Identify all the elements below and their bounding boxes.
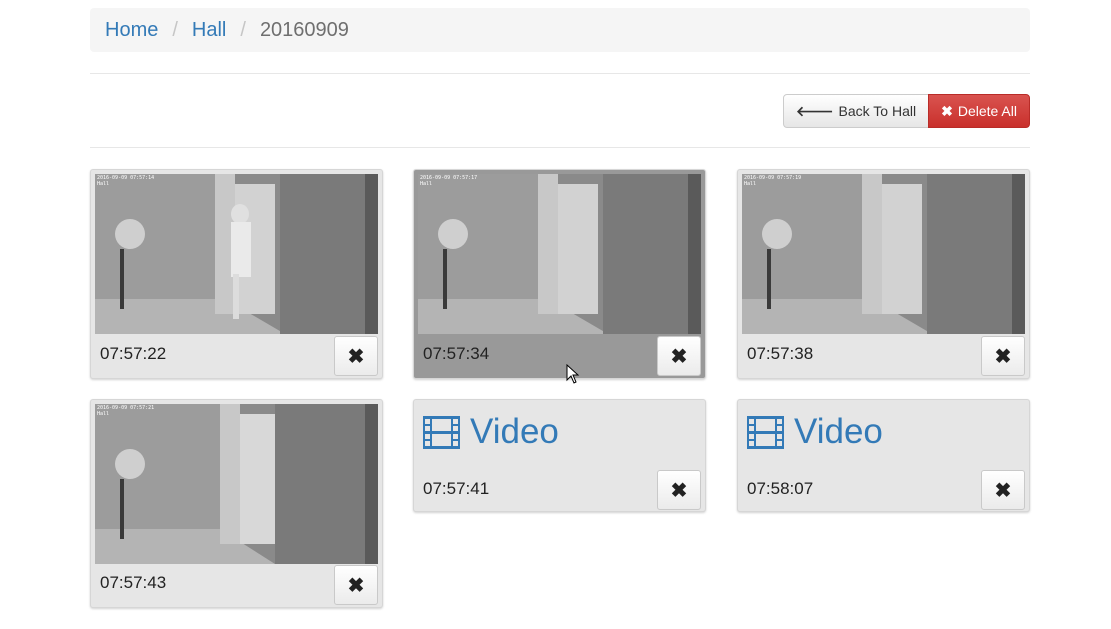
- clip-card[interactable]: 2016-09-09 07:57:17 Hall 07:57:34 ✖: [413, 169, 706, 379]
- clip-card[interactable]: 2016-09-09 07:57:19 Hall 07:57:38 ✖: [737, 169, 1030, 379]
- camera-snapshot-image: [95, 404, 378, 564]
- clip-card[interactable]: 2016-09-09 07:57:14 Hall 07:57:22 ✖: [90, 169, 383, 379]
- breadcrumb: Home / Hall / 20160909: [90, 8, 1030, 52]
- video-link[interactable]: Video: [423, 412, 559, 452]
- arrow-left-icon: 🡐: [796, 102, 834, 119]
- times-icon: ✖: [994, 345, 1012, 368]
- film-icon: [747, 415, 784, 449]
- action-buttons: 🡐 Back To Hall ✖ Delete All: [783, 94, 1030, 128]
- clip-time: 07:57:43: [100, 573, 167, 592]
- breadcrumb-separator: /: [172, 18, 178, 41]
- delete-all-button[interactable]: ✖ Delete All: [928, 94, 1030, 128]
- back-to-hall-button[interactable]: 🡐 Back To Hall: [783, 94, 930, 128]
- snapshot-camera: Hall: [744, 181, 757, 187]
- clip-thumbnail[interactable]: 2016-09-09 07:57:19 Hall: [742, 174, 1025, 334]
- clip-time: 07:57:41: [423, 479, 490, 498]
- delete-clip-button[interactable]: ✖: [657, 336, 701, 376]
- video-card[interactable]: Video 07:58:07 ✖: [737, 399, 1030, 512]
- video-label: Video: [470, 412, 559, 451]
- delete-clip-button[interactable]: ✖: [334, 336, 378, 376]
- clip-thumbnail[interactable]: 2016-09-09 07:57:17 Hall: [418, 174, 701, 334]
- breadcrumb-hall-link[interactable]: Hall: [192, 19, 226, 42]
- delete-clip-button[interactable]: ✖: [334, 565, 378, 605]
- back-to-hall-label: Back To Hall: [838, 103, 917, 119]
- times-icon: ✖: [347, 574, 365, 597]
- clip-time: 07:57:38: [747, 344, 814, 363]
- times-icon: ✖: [941, 102, 953, 119]
- delete-clip-button[interactable]: ✖: [657, 470, 701, 510]
- video-card[interactable]: Video 07:57:41 ✖: [413, 399, 706, 512]
- clip-time: 07:58:07: [747, 479, 814, 498]
- clip-time: 07:57:22: [100, 344, 167, 363]
- times-icon: ✖: [670, 345, 688, 368]
- times-icon: ✖: [994, 479, 1012, 502]
- divider: [90, 147, 1030, 148]
- delete-clip-button[interactable]: ✖: [981, 336, 1025, 376]
- divider: [90, 73, 1030, 74]
- clip-card[interactable]: 2016-09-09 07:57:21 Hall 07:57:43 ✖: [90, 399, 383, 608]
- snapshot-camera: Hall: [420, 181, 433, 187]
- delete-clip-button[interactable]: ✖: [981, 470, 1025, 510]
- breadcrumb-separator: /: [240, 18, 246, 41]
- breadcrumb-current: 20160909: [259, 18, 349, 41]
- clip-time: 07:57:34: [423, 344, 490, 363]
- camera-snapshot-image: [742, 174, 1025, 334]
- video-link[interactable]: Video: [747, 412, 883, 452]
- snapshot-camera: Hall: [97, 411, 110, 417]
- delete-all-label: Delete All: [957, 103, 1017, 119]
- camera-snapshot-image: [95, 174, 378, 334]
- times-icon: ✖: [670, 479, 688, 502]
- mouse-cursor-icon: [566, 364, 580, 384]
- snapshot-camera: Hall: [97, 181, 110, 187]
- camera-snapshot-image: [418, 174, 701, 334]
- clip-thumbnail[interactable]: 2016-09-09 07:57:21 Hall: [95, 404, 378, 564]
- film-icon: [423, 415, 460, 449]
- times-icon: ✖: [347, 345, 365, 368]
- clip-thumbnail[interactable]: 2016-09-09 07:57:14 Hall: [95, 174, 378, 334]
- video-label: Video: [794, 412, 883, 451]
- breadcrumb-home-link[interactable]: Home: [105, 19, 158, 42]
